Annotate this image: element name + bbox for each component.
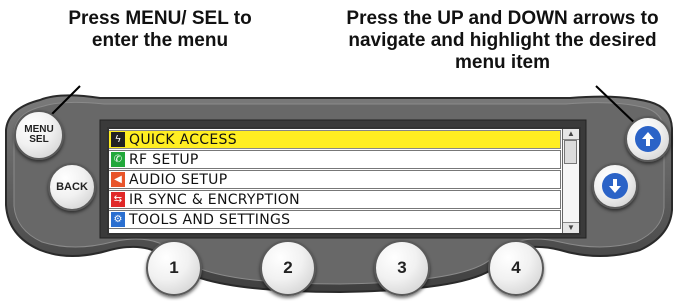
menu-item[interactable]: ⚙ TOOLS AND SETTINGS xyxy=(109,210,561,229)
lcd-screen: ϟ QUICK ACCESS ✆ RF SETUP ◀ AUDIO SETUP ⇆ IR SY… xyxy=(107,127,581,235)
sel-button-label: SEL xyxy=(29,134,49,145)
number-button-3[interactable]: 3 xyxy=(374,240,430,296)
number-button-3-label: 3 xyxy=(397,258,407,277)
back-button-label: BACK xyxy=(56,181,88,193)
number-button-2[interactable]: 2 xyxy=(260,240,316,296)
menu-scrollbar[interactable]: ▲ ▼ xyxy=(562,129,579,233)
arrow-down-icon xyxy=(602,173,628,199)
lightning-icon: ϟ xyxy=(111,132,125,147)
menu-item[interactable]: ϟ QUICK ACCESS xyxy=(109,130,561,149)
number-button-4-label: 4 xyxy=(511,258,521,277)
number-button-1-label: 1 xyxy=(169,258,179,277)
tools-icon: ⚙ xyxy=(111,212,125,227)
menu-item-label: QUICK ACCESS xyxy=(129,131,237,148)
scroll-thumb[interactable] xyxy=(564,140,577,164)
menu-item-label: AUDIO SETUP xyxy=(129,171,228,188)
number-button-2-label: 2 xyxy=(283,258,293,277)
speaker-icon: ◀ xyxy=(111,172,125,187)
sync-icon: ⇆ xyxy=(111,192,125,207)
number-button-4[interactable]: 4 xyxy=(488,240,544,296)
down-arrow-button[interactable] xyxy=(592,163,638,209)
number-button-1[interactable]: 1 xyxy=(146,240,202,296)
back-button[interactable]: BACK xyxy=(48,163,96,211)
scroll-down-icon[interactable]: ▼ xyxy=(563,222,579,233)
menu-item[interactable]: ◀ AUDIO SETUP xyxy=(109,170,561,189)
menu-item-label: IR SYNC & ENCRYPTION xyxy=(129,191,300,208)
up-arrow-button[interactable] xyxy=(625,116,671,162)
menu-item[interactable]: ⇆ IR SYNC & ENCRYPTION xyxy=(109,190,561,209)
menu-sel-button[interactable]: MENU SEL xyxy=(14,110,64,160)
menu-item-label: RF SETUP xyxy=(129,151,199,168)
scroll-up-icon[interactable]: ▲ xyxy=(563,129,579,140)
menu-item-label: TOOLS AND SETTINGS xyxy=(129,211,291,228)
menu-list: ϟ QUICK ACCESS ✆ RF SETUP ◀ AUDIO SETUP ⇆ IR SY… xyxy=(109,129,561,233)
antenna-icon: ✆ xyxy=(111,152,125,167)
menu-item[interactable]: ✆ RF SETUP xyxy=(109,150,561,169)
arrow-up-icon xyxy=(635,126,661,152)
